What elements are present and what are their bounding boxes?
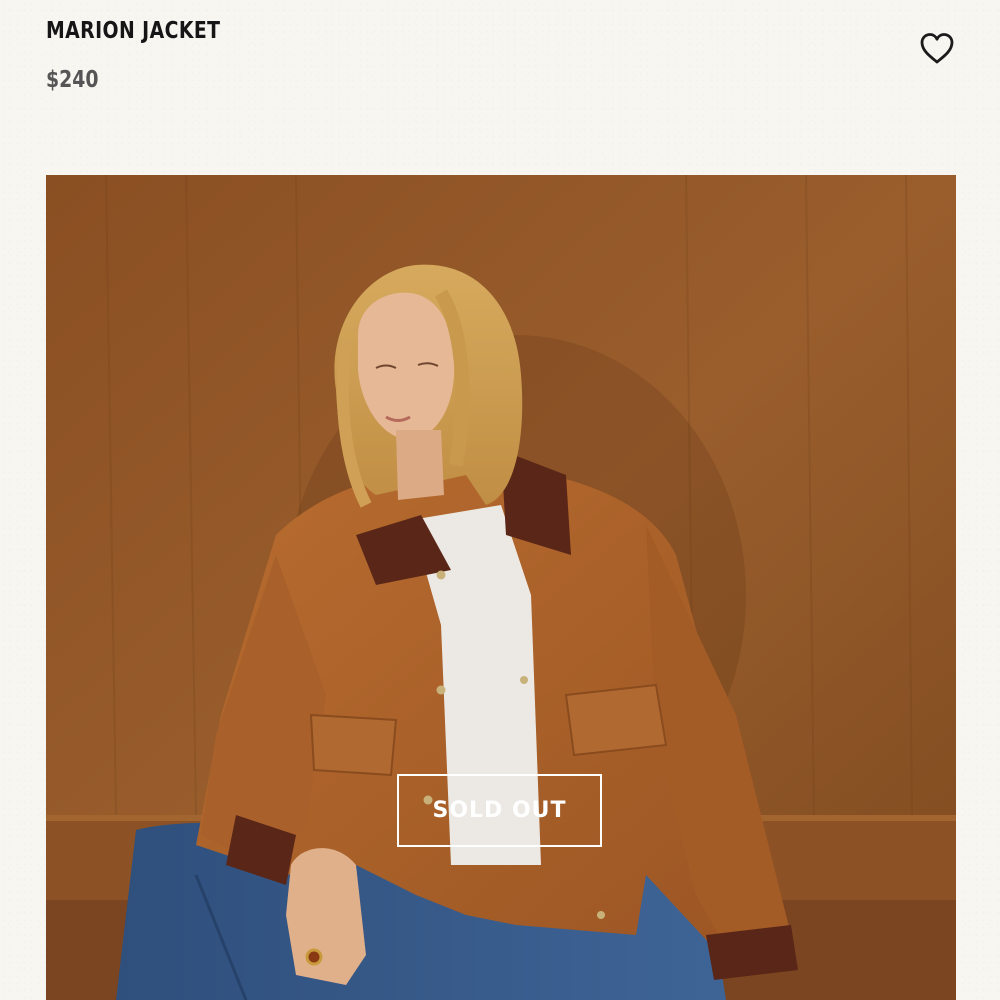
model-photo	[46, 175, 956, 1000]
product-title: MARION JACKET	[46, 18, 221, 44]
product-header: MARION JACKET $240	[46, 0, 956, 175]
product-price: $240	[46, 67, 99, 93]
wishlist-button[interactable]	[918, 30, 956, 68]
sold-out-badge: SOLD OUT	[397, 774, 602, 847]
heart-outline-icon	[920, 33, 954, 64]
product-image[interactable]: SOLD OUT	[46, 175, 956, 1000]
